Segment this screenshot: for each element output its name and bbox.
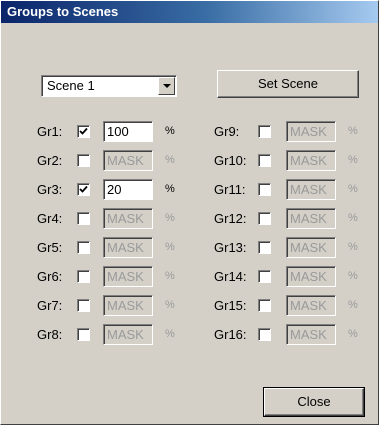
group-row: Gr16: MASK% [214, 324, 364, 346]
group-checkbox[interactable] [258, 154, 271, 167]
group-checkbox[interactable] [77, 270, 90, 283]
scene-select[interactable]: Scene 1 [41, 75, 177, 97]
group-row: Gr4: MASK% [37, 208, 187, 230]
group-label: Gr5: [37, 240, 63, 255]
group-checkbox[interactable] [77, 212, 90, 225]
close-button[interactable]: Close [263, 387, 365, 417]
group-checkbox[interactable] [258, 125, 271, 138]
percent-unit-label: % [165, 154, 175, 166]
group-value-field[interactable]: MASK [286, 237, 336, 258]
group-label: Gr4: [37, 211, 63, 226]
checkmark-icon [79, 127, 88, 135]
percent-unit-label: % [348, 241, 358, 253]
group-checkbox[interactable] [77, 299, 90, 312]
percent-unit-label: % [165, 212, 175, 224]
group-row: Gr9: MASK% [214, 121, 364, 143]
percent-unit-label: % [165, 270, 175, 282]
group-label: Gr1: [37, 124, 63, 139]
group-checkbox[interactable] [258, 183, 271, 196]
percent-unit-label: % [348, 299, 358, 311]
group-label: Gr15: [214, 298, 247, 313]
percent-unit-label: % [165, 125, 175, 137]
group-checkbox[interactable] [258, 328, 271, 341]
group-label: Gr10: [214, 153, 247, 168]
group-value-field[interactable]: MASK [103, 324, 153, 345]
group-checkbox[interactable] [77, 125, 90, 138]
group-row: Gr10: MASK% [214, 150, 364, 172]
percent-unit-label: % [348, 328, 358, 340]
group-row: Gr1: 100% [37, 121, 187, 143]
group-row: Gr5: MASK% [37, 237, 187, 259]
group-label: Gr7: [37, 298, 63, 313]
percent-unit-label: % [348, 270, 358, 282]
group-checkbox[interactable] [77, 328, 90, 341]
group-row: Gr14: MASK% [214, 266, 364, 288]
percent-unit-label: % [165, 241, 175, 253]
group-row: Gr15: MASK% [214, 295, 364, 317]
percent-unit-label: % [348, 212, 358, 224]
percent-unit-label: % [165, 328, 175, 340]
group-label: Gr12: [214, 211, 247, 226]
group-row: Gr11: MASK% [214, 179, 364, 201]
group-label: Gr2: [37, 153, 63, 168]
set-scene-button[interactable]: Set Scene [217, 70, 359, 98]
group-label: Gr16: [214, 327, 247, 342]
group-label: Gr9: [214, 124, 240, 139]
group-row: Gr3: 20% [37, 179, 187, 201]
group-value-field[interactable]: 20 [103, 179, 153, 200]
group-label: Gr13: [214, 240, 247, 255]
group-row: Gr13: MASK% [214, 237, 364, 259]
group-checkbox[interactable] [77, 241, 90, 254]
group-value-field[interactable]: MASK [103, 150, 153, 171]
group-value-field[interactable]: MASK [286, 150, 336, 171]
group-value-field[interactable]: MASK [286, 324, 336, 345]
group-value-field[interactable]: MASK [286, 266, 336, 287]
group-value-field[interactable]: MASK [103, 208, 153, 229]
group-value-field[interactable]: MASK [103, 295, 153, 316]
scene-select-value: Scene 1 [47, 78, 95, 93]
group-value-field[interactable]: MASK [286, 295, 336, 316]
group-checkbox[interactable] [258, 299, 271, 312]
group-checkbox[interactable] [258, 241, 271, 254]
chevron-down-icon [163, 84, 171, 88]
group-label: Gr8: [37, 327, 63, 342]
group-row: Gr2: MASK% [37, 150, 187, 172]
percent-unit-label: % [165, 183, 175, 195]
group-value-field[interactable]: MASK [286, 208, 336, 229]
group-row: Gr8: MASK% [37, 324, 187, 346]
group-checkbox[interactable] [77, 183, 90, 196]
group-value-field[interactable]: 100 [103, 121, 153, 142]
group-row: Gr12: MASK% [214, 208, 364, 230]
group-label: Gr3: [37, 182, 63, 197]
group-label: Gr6: [37, 269, 63, 284]
group-value-field[interactable]: MASK [286, 179, 336, 200]
group-label: Gr11: [214, 182, 246, 197]
group-value-field[interactable]: MASK [103, 266, 153, 287]
group-checkbox[interactable] [77, 154, 90, 167]
checkmark-icon [79, 185, 88, 193]
group-value-field[interactable]: MASK [103, 237, 153, 258]
window-title: Groups to Scenes [1, 1, 378, 23]
percent-unit-label: % [165, 299, 175, 311]
percent-unit-label: % [348, 125, 358, 137]
group-row: Gr7: MASK% [37, 295, 187, 317]
percent-unit-label: % [348, 154, 358, 166]
group-label: Gr14: [214, 269, 247, 284]
group-checkbox[interactable] [258, 212, 271, 225]
group-row: Gr6: MASK% [37, 266, 187, 288]
group-value-field[interactable]: MASK [286, 121, 336, 142]
dropdown-button[interactable] [158, 77, 175, 95]
percent-unit-label: % [348, 183, 358, 195]
groups-to-scenes-dialog: Groups to Scenes Scene 1 Set Scene Gr1: 1… [0, 0, 379, 425]
group-checkbox[interactable] [258, 270, 271, 283]
